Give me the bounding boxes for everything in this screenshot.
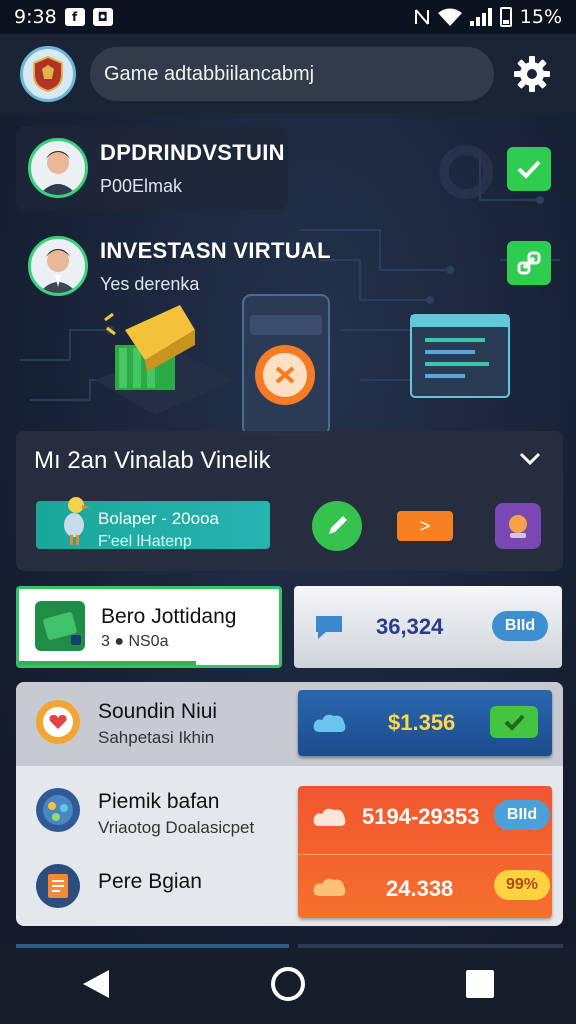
investment-illustration bbox=[95, 294, 510, 436]
list-item-title: Piemik bafan bbox=[98, 790, 220, 813]
recents-square-icon bbox=[466, 970, 494, 998]
section-panel: Mı 2an Vinalab Vinelik Bolaper - 20ooa F… bbox=[16, 431, 563, 571]
recents-button[interactable] bbox=[450, 954, 510, 1014]
cloud-icon bbox=[313, 878, 346, 896]
next-button[interactable]: > bbox=[397, 511, 453, 541]
check-button[interactable] bbox=[507, 147, 551, 191]
bid-button[interactable]: BIId bbox=[492, 611, 548, 641]
wifi-icon bbox=[437, 8, 462, 26]
divider bbox=[298, 854, 552, 855]
gear-icon[interactable] bbox=[512, 54, 552, 94]
avatar bbox=[28, 138, 88, 198]
signal-icon bbox=[469, 8, 492, 26]
chevron-down-icon[interactable] bbox=[519, 451, 541, 467]
cloud-icon bbox=[313, 714, 346, 732]
check-icon bbox=[504, 714, 525, 731]
notification-icon: f bbox=[64, 8, 85, 26]
back-button[interactable] bbox=[66, 954, 126, 1014]
profile-title: INVESTASN VIRTUAL bbox=[100, 237, 331, 263]
value-card-1[interactable]: $1.356 bbox=[298, 690, 552, 756]
home-button[interactable] bbox=[258, 954, 318, 1014]
value-amount: $1.356 bbox=[388, 710, 456, 735]
summary-progress bbox=[19, 661, 196, 665]
battery-icon bbox=[499, 7, 512, 27]
battery-percent: 15% bbox=[519, 6, 562, 28]
list-item-title: Pere Bgian bbox=[98, 870, 202, 893]
edit-button[interactable] bbox=[312, 501, 362, 551]
summary-card-right[interactable]: 36,324 BIId bbox=[294, 586, 562, 668]
percent-badge[interactable]: 99% bbox=[494, 870, 550, 900]
system-nav-bar bbox=[0, 944, 576, 1024]
value-amount: 5194-29353 bbox=[362, 804, 480, 829]
bid-button[interactable]: BIId bbox=[494, 800, 550, 830]
profile-subtitle: Yes derenka bbox=[100, 273, 200, 294]
app-header: Game adtabbiilancabmj bbox=[0, 34, 576, 114]
profile-title: DPDRINDVSTUIN bbox=[100, 139, 285, 165]
search-text: Game adtabbiilancabmj bbox=[104, 62, 315, 85]
duck-mascot-icon bbox=[64, 497, 90, 545]
check-icon bbox=[517, 160, 541, 179]
avatar-orb-icon bbox=[509, 515, 527, 538]
summary-title: Bero Jottidang bbox=[101, 605, 237, 628]
home-circle-icon bbox=[271, 967, 305, 1001]
status-time: 9:38 bbox=[14, 6, 57, 28]
app-logo[interactable] bbox=[20, 46, 76, 102]
nfc-icon bbox=[414, 9, 429, 25]
status-bar: 9:38 f ◘ 15% bbox=[0, 0, 576, 34]
chat-bubble-icon bbox=[316, 616, 342, 639]
back-triangle-icon bbox=[83, 970, 109, 998]
profile-subtitle: P00Elmak bbox=[100, 175, 183, 196]
pencil-icon bbox=[329, 516, 347, 534]
list-item-subtitle: Vriaotog Doalasicpet bbox=[98, 818, 255, 837]
shield-crest-icon bbox=[33, 55, 63, 93]
summary-card-left[interactable]: Bero Jottidang 3 ● NS0a bbox=[16, 586, 282, 668]
promo-banner[interactable]: Bolaper - 20ooa F'eel lHatenp bbox=[36, 497, 270, 550]
profile-card-2[interactable]: INVESTASN VIRTUAL Yes derenka bbox=[16, 226, 416, 306]
list-item-title: Soundin Niui bbox=[98, 700, 218, 723]
section-title: Mı 2an Vinalab Vinelik bbox=[34, 447, 271, 474]
app-notification-icon: ◘ bbox=[92, 8, 113, 26]
banner-title: Bolaper - 20ooa bbox=[98, 509, 219, 528]
list-item-subtitle: Sahpetasi Ikhin bbox=[98, 728, 215, 747]
link-icon bbox=[517, 251, 541, 275]
document-badge-icon bbox=[36, 864, 80, 908]
value-amount: 24.338 bbox=[386, 876, 454, 901]
profile-button[interactable] bbox=[495, 503, 541, 549]
banner-subtitle: F'eel lHatenp bbox=[98, 533, 192, 550]
summary-subtitle: 3 ● NS0a bbox=[101, 633, 169, 650]
avatar bbox=[28, 236, 88, 296]
check-button[interactable] bbox=[490, 706, 538, 738]
summary-value: 36,324 bbox=[376, 614, 444, 639]
value-card-2[interactable]: 5194-29353 BIId 24.338 99% bbox=[298, 786, 552, 918]
network-badge-icon bbox=[36, 788, 80, 832]
cloud-icon bbox=[313, 808, 346, 826]
wallet-icon bbox=[35, 601, 85, 651]
transaction-list: Soundin Niui Sahpetasi Ikhin $1.356 Piem… bbox=[16, 682, 563, 926]
profile-card-1[interactable]: DPDRINDVSTUIN P00Elmak bbox=[16, 126, 288, 210]
link-button[interactable] bbox=[507, 241, 551, 285]
search-field[interactable]: Game adtabbiilancabmj bbox=[90, 47, 494, 101]
heart-badge-icon bbox=[36, 700, 80, 744]
